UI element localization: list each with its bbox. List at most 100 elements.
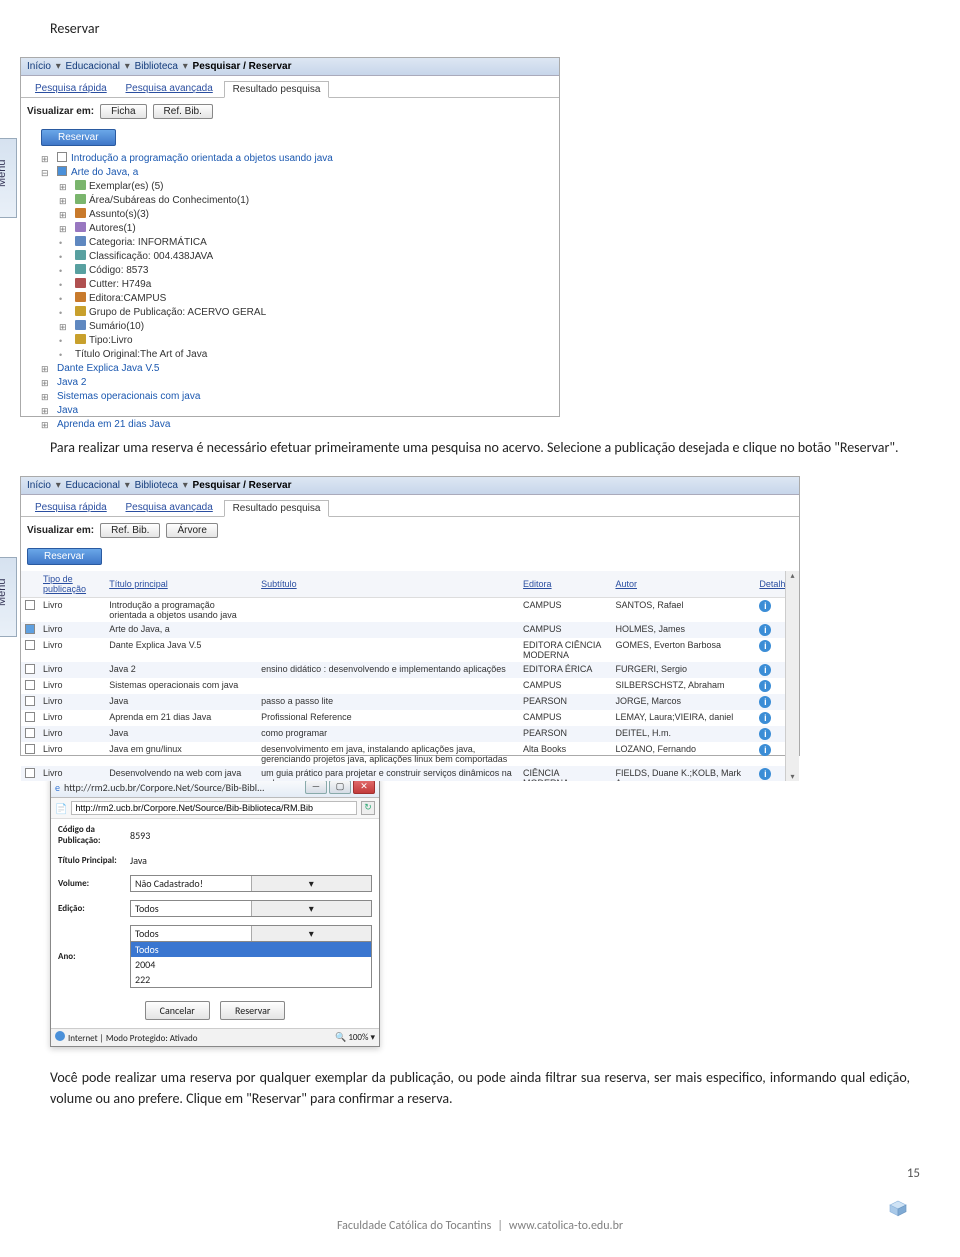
ano-combobox[interactable]: Todos▾ — [130, 925, 372, 942]
table-row[interactable]: LivroJava 2ensino didático : desenvolven… — [21, 662, 799, 678]
chevron-down-icon[interactable]: ▾ — [251, 926, 372, 941]
breadcrumb-item[interactable]: Educacional — [66, 61, 120, 72]
view-ficha-button[interactable]: Ficha — [100, 104, 146, 119]
cancel-button[interactable]: Cancelar — [145, 1001, 210, 1020]
titulo-value: Java — [125, 851, 377, 870]
menu-handle[interactable]: Menu — [0, 138, 17, 218]
tab-pesquisa-avancada[interactable]: Pesquisa avançada — [118, 81, 221, 96]
combo-option[interactable]: 2004 — [131, 957, 371, 972]
view-refbib-button[interactable]: Ref. Bib. — [153, 104, 213, 119]
cell: desenvolvimento em java, instalando apli… — [257, 742, 519, 766]
refresh-button[interactable]: ↻ — [361, 801, 375, 815]
tab-pesquisa-rapida[interactable]: Pesquisa rápida — [27, 500, 115, 515]
row-checkbox[interactable] — [25, 696, 35, 706]
details-icon[interactable]: i — [759, 600, 771, 612]
column-header[interactable]: Autor — [611, 571, 755, 598]
table-row[interactable]: LivroArte do Java, aCAMPUSHOLMES, Jamesi — [21, 622, 799, 638]
cell: CAMPUS — [519, 678, 611, 694]
table-row[interactable]: LivroDante Explica Java V.5EDITORA CIÊNC… — [21, 638, 799, 662]
cell: Java — [105, 726, 257, 742]
table-row[interactable]: LivroJava em gnu/linuxdesenvolvimento em… — [21, 742, 799, 766]
details-icon[interactable]: i — [759, 640, 771, 652]
view-refbib-button[interactable]: Ref. Bib. — [100, 523, 160, 538]
chevron-down-icon[interactable]: ▾ — [251, 901, 372, 916]
minimize-button[interactable]: — — [305, 780, 327, 794]
cell: Aprenda em 21 dias Java — [105, 710, 257, 726]
tree-item[interactable]: Java 2 — [43, 376, 549, 390]
scrollbar[interactable] — [785, 571, 799, 781]
confirm-reservar-button[interactable]: Reservar — [220, 1001, 285, 1020]
row-checkbox[interactable] — [25, 600, 35, 610]
details-icon[interactable]: i — [759, 728, 771, 740]
breadcrumb-item[interactable]: Educacional — [66, 480, 120, 491]
combo-option[interactable]: 222 — [131, 972, 371, 987]
dialog-title: http://rm2.ucb.br/Corpore.Net/Source/Bib… — [64, 781, 301, 794]
combo-option[interactable]: Todos — [131, 942, 371, 957]
breadcrumb-item[interactable]: Biblioteca — [135, 480, 178, 491]
tree-detail[interactable]: Área/Subáreas do Conhecimento(1) — [61, 194, 549, 208]
table-row[interactable]: LivroJavacomo programarPEARSONDEITEL, H.… — [21, 726, 799, 742]
maximize-button[interactable]: ▢ — [329, 780, 351, 794]
row-checkbox[interactable] — [25, 680, 35, 690]
column-header[interactable]: Título principal — [105, 571, 257, 598]
breadcrumb-item[interactable]: Início — [27, 480, 51, 491]
details-icon[interactable]: i — [759, 680, 771, 692]
cell: Java — [105, 694, 257, 710]
row-checkbox[interactable] — [25, 744, 35, 754]
tree-item-selected[interactable]: Arte do Java, a — [43, 166, 549, 180]
chevron-down-icon[interactable]: ▾ — [251, 876, 372, 891]
table-row[interactable]: LivroJavapasso a passo litePEARSONJORGE,… — [21, 694, 799, 710]
volume-combobox[interactable]: Não Cadastrado!▾ — [130, 875, 372, 892]
row-checkbox[interactable] — [25, 712, 35, 722]
tree-detail: Classificação: 004.438JAVA — [61, 250, 549, 264]
column-header[interactable]: Tipo de publicação — [39, 571, 105, 598]
breadcrumb-item[interactable]: Início — [27, 61, 51, 72]
row-checkbox[interactable] — [25, 728, 35, 738]
column-header[interactable]: Editora — [519, 571, 611, 598]
view-arvore-button[interactable]: Árvore — [166, 523, 217, 538]
cell: GOMES, Everton Barbosa — [611, 638, 755, 662]
cell: Livro — [39, 726, 105, 742]
results-table: Tipo de publicaçãoTítulo principalSubtít… — [21, 571, 799, 781]
details-icon[interactable]: i — [759, 712, 771, 724]
reservar-button[interactable]: Reservar — [27, 548, 102, 565]
details-icon[interactable]: i — [759, 664, 771, 676]
tree-detail[interactable]: Sumário(10) — [61, 320, 549, 334]
edicao-combobox[interactable]: Todos▾ — [130, 900, 372, 917]
tree-item[interactable]: Aprenda em 21 dias Java — [43, 418, 549, 432]
menu-handle[interactable]: Menu — [0, 557, 17, 637]
zoom-indicator[interactable]: 🔍 100% ▾ — [335, 1032, 375, 1043]
tab-resultado[interactable]: Resultado pesquisa — [224, 500, 330, 517]
table-row[interactable]: LivroAprenda em 21 dias JavaProfissional… — [21, 710, 799, 726]
table-row[interactable]: LivroIntrodução a programação orientada … — [21, 598, 799, 623]
close-button[interactable]: ✕ — [353, 780, 375, 794]
tree-item[interactable]: Java — [43, 404, 549, 418]
tree-detail[interactable]: Assunto(s)(3) — [61, 208, 549, 222]
reservar-button[interactable]: Reservar — [41, 129, 116, 146]
tree-item[interactable]: Dante Explica Java V.5 — [43, 362, 549, 376]
details-icon[interactable]: i — [759, 768, 771, 780]
tab-pesquisa-rapida[interactable]: Pesquisa rápida — [27, 81, 115, 96]
cell: como programar — [257, 726, 519, 742]
details-icon[interactable]: i — [759, 624, 771, 636]
tab-pesquisa-avancada[interactable]: Pesquisa avançada — [118, 500, 221, 515]
tree-detail[interactable]: Autores(1) — [61, 222, 549, 236]
tree-detail[interactable]: Exemplar(es) (5) — [61, 180, 549, 194]
address-input[interactable] — [71, 801, 357, 815]
cell: EDITORA ÉRICA — [519, 662, 611, 678]
tab-resultado[interactable]: Resultado pesquisa — [224, 81, 330, 98]
row-checkbox[interactable] — [25, 640, 35, 650]
column-header[interactable]: Subtítulo — [257, 571, 519, 598]
details-icon[interactable]: i — [759, 744, 771, 756]
table-row[interactable]: LivroSistemas operacionais com javaCAMPU… — [21, 678, 799, 694]
column-header[interactable] — [21, 571, 39, 598]
row-checkbox[interactable] — [25, 624, 35, 634]
details-icon[interactable]: i — [759, 696, 771, 708]
row-checkbox[interactable] — [25, 768, 35, 778]
breadcrumb-item[interactable]: Biblioteca — [135, 61, 178, 72]
tree-item[interactable]: Sistemas operacionais com java — [43, 390, 549, 404]
cell: Profissional Reference — [257, 710, 519, 726]
row-checkbox[interactable] — [25, 664, 35, 674]
tree-item[interactable]: Introdução a programação orientada a obj… — [43, 152, 549, 166]
table-row[interactable]: LivroDesenvolvendo na web com java serve… — [21, 766, 799, 781]
